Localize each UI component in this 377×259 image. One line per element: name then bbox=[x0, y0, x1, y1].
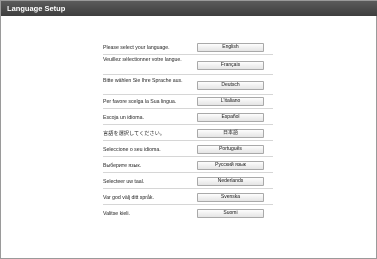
language-button-english[interactable]: English bbox=[197, 43, 264, 52]
language-button-finnish[interactable]: Suomi bbox=[197, 209, 264, 218]
language-prompt: Seleccione o seu idioma. bbox=[103, 147, 161, 153]
row-divider bbox=[103, 172, 273, 173]
language-button-japanese[interactable]: 日本語 bbox=[197, 129, 264, 138]
row-divider bbox=[103, 156, 273, 157]
language-prompt: Veuillez sélectionner votre langue. bbox=[103, 57, 182, 63]
language-prompt: Per favore scelga la Sua lingua. bbox=[103, 99, 177, 105]
language-setup-window: Language Setup Please select your langua… bbox=[0, 0, 377, 259]
row-divider bbox=[103, 74, 273, 75]
row-divider bbox=[103, 94, 273, 95]
language-button-portuguese[interactable]: Português bbox=[197, 145, 264, 154]
language-button-german[interactable]: Deutsch bbox=[197, 81, 264, 90]
language-button-dutch[interactable]: Nederlands bbox=[197, 177, 264, 186]
language-button-swedish[interactable]: Svenska bbox=[197, 193, 264, 202]
language-prompt: Выберите язык. bbox=[103, 163, 142, 169]
language-button-french[interactable]: Français bbox=[197, 61, 264, 70]
row-divider bbox=[103, 124, 273, 125]
language-prompt: Please select your language. bbox=[103, 45, 170, 51]
row-divider bbox=[103, 54, 273, 55]
language-prompt: Var god välj ditt språk. bbox=[103, 195, 154, 201]
row-divider bbox=[103, 140, 273, 141]
row-divider bbox=[103, 188, 273, 189]
language-prompt: Valitse kieli. bbox=[103, 211, 131, 217]
language-button-italian[interactable]: L'italiano bbox=[197, 97, 264, 106]
language-button-spanish[interactable]: Español bbox=[197, 113, 264, 122]
language-button-russian[interactable]: Русский язык bbox=[197, 161, 264, 170]
language-prompt: Bitte wählen Sie Ihre Sprache aus. bbox=[103, 78, 183, 84]
language-prompt: Escoja un idioma. bbox=[103, 115, 144, 121]
language-prompt: 言語を選択してください。 bbox=[103, 131, 165, 137]
row-divider bbox=[103, 204, 273, 205]
window-title: Language Setup bbox=[7, 4, 66, 13]
title-bar: Language Setup bbox=[1, 1, 377, 16]
language-prompt: Selecteer uw taal. bbox=[103, 179, 145, 185]
row-divider bbox=[103, 108, 273, 109]
